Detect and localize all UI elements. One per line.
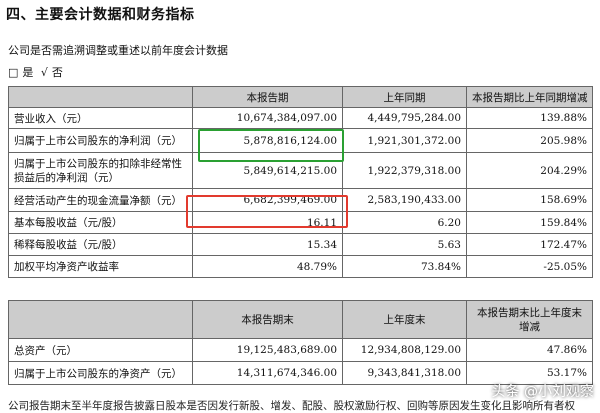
row-label: 基本每股收益（元/股） [8, 211, 193, 234]
prior-value: 6.20 [342, 211, 467, 234]
check-mark-icon: √ [40, 66, 48, 79]
change-value: 172.47% [466, 233, 593, 256]
current-value: 19,125,483,689.00 [192, 338, 343, 362]
row-label: 归属于上市公司股东的净资产（元） [8, 361, 193, 385]
prior-value: 12,934,808,129.00 [342, 338, 467, 362]
prior-value: 1,921,301,372.00 [342, 128, 467, 153]
header-blank [8, 86, 193, 108]
change-value: 47.86% [466, 338, 593, 362]
current-value: 10,674,384,097.00 [192, 107, 343, 129]
header-current-period: 本报告期 [192, 86, 343, 108]
section-title: 四、主要会计数据和财务指标 [6, 7, 195, 23]
prior-value: 4,449,795,284.00 [342, 107, 467, 129]
option-yes-label: 是 [22, 66, 34, 79]
change-value: 205.98% [466, 128, 593, 153]
header-blank [8, 300, 193, 339]
prior-value: 73.84% [342, 255, 467, 278]
restatement-question: 公司是否需追溯调整或重述以前年度会计数据 [8, 44, 228, 57]
table-row: 稀释每股收益（元/股） 15.34 5.63 172.47% [8, 233, 593, 256]
change-value: 204.29% [466, 152, 593, 189]
header-change: 本报告期比上年同期增减 [466, 86, 593, 108]
table-row: 基本每股收益（元/股） 16.11 6.20 159.84% [8, 211, 593, 234]
footer-note: 公司报告期末至半年度报告披露日股本是否因发行新股、增发、配股、股权激励行权、回购… [8, 400, 575, 412]
row-label: 总资产（元） [8, 338, 193, 362]
table-header-row: 本报告期 上年同期 本报告期比上年同期增减 [8, 86, 593, 108]
restatement-answer: □ 是 √ 否 [8, 64, 67, 80]
row-label: 营业收入（元） [8, 107, 193, 129]
prior-value: 5.63 [342, 233, 467, 256]
financial-data-table-period: 本报告期 上年同期 本报告期比上年同期增减 营业收入（元） 10,674,384… [8, 86, 593, 278]
prior-value: 9,343,841,318.00 [342, 361, 467, 385]
change-value: 139.88% [466, 107, 593, 129]
financial-data-table-period-end: 本报告期末 上年度末 本报告期末比上年度末增减 总资产（元） 19,125,48… [8, 300, 593, 385]
prior-value: 2,583,190,433.00 [342, 188, 467, 212]
row-label: 经营活动产生的现金流量净额（元） [8, 188, 193, 212]
change-value: -25.05% [466, 255, 593, 278]
header-prior-year-end: 上年度末 [342, 300, 467, 339]
current-value: 14,311,674,346.00 [192, 361, 343, 385]
current-value: 48.79% [192, 255, 343, 278]
current-value: 5,849,614,215.00 [192, 152, 343, 189]
table-row: 总资产（元） 19,125,483,689.00 12,934,808,129.… [8, 338, 593, 362]
checkbox-yes-icon: □ [8, 66, 19, 79]
table-row: 加权平均净资产收益率 48.79% 73.84% -25.05% [8, 255, 593, 278]
table-row: 经营活动产生的现金流量净额（元） 6,682,399,469.00 2,583,… [8, 188, 593, 212]
table-row: 归属于上市公司股东的扣除非经常性损益后的净利润（元） 5,849,614,215… [8, 152, 593, 189]
row-label: 归属于上市公司股东的扣除非经常性损益后的净利润（元） [8, 152, 193, 189]
table-header-row: 本报告期末 上年度末 本报告期末比上年度末增减 [8, 300, 593, 339]
current-value: 6,682,399,469.00 [192, 188, 343, 212]
header-change: 本报告期末比上年度末增减 [466, 300, 593, 339]
prior-value: 1,922,379,318.00 [342, 152, 467, 189]
row-label: 稀释每股收益（元/股） [8, 233, 193, 256]
table-row: 归属于上市公司股东的净利润（元） 5,878,816,124.00 1,921,… [8, 128, 593, 153]
current-value: 15.34 [192, 233, 343, 256]
header-current-period-end: 本报告期末 [192, 300, 343, 339]
row-label: 归属于上市公司股东的净利润（元） [8, 128, 193, 153]
table-row: 营业收入（元） 10,674,384,097.00 4,449,795,284.… [8, 107, 593, 129]
current-value: 5,878,816,124.00 [192, 128, 343, 153]
option-no-label: 否 [51, 66, 63, 79]
current-value: 16.11 [192, 211, 343, 234]
change-value: 159.84% [466, 211, 593, 234]
change-value: 158.69% [466, 188, 593, 212]
row-label: 加权平均净资产收益率 [8, 255, 193, 278]
header-prior-period: 上年同期 [342, 86, 467, 108]
